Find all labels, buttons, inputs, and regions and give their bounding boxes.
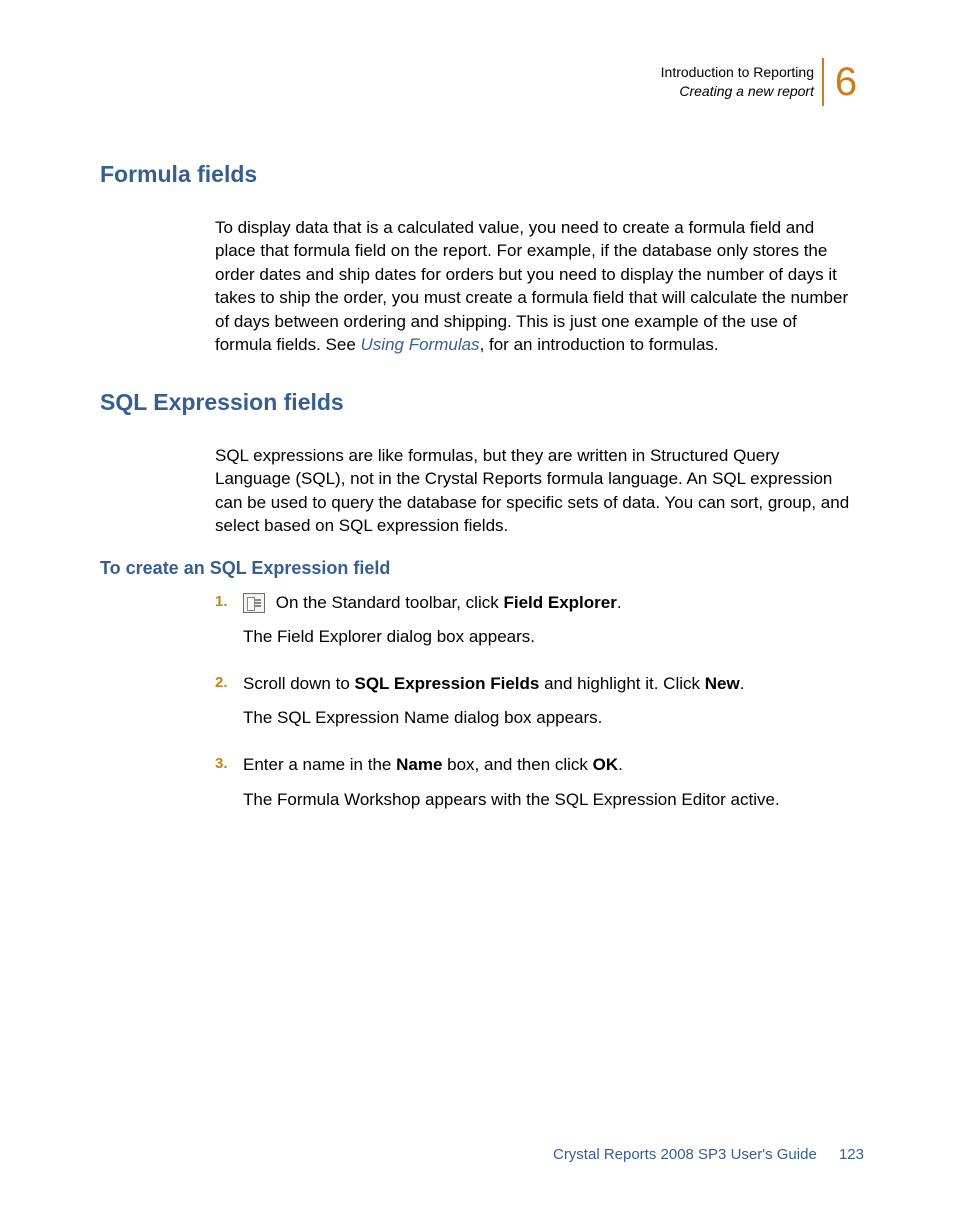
step-2-body: Scroll down to SQL Expression Fields and… bbox=[243, 672, 854, 697]
step-1-text-pre: On the Standard toolbar, click bbox=[271, 593, 503, 612]
heading-sql-expression-fields: SQL Expression fields bbox=[100, 389, 864, 416]
step-3-text-pre: Enter a name in the bbox=[243, 755, 396, 774]
heading-formula-fields: Formula fields bbox=[100, 161, 864, 188]
formula-fields-paragraph: To display data that is a calculated val… bbox=[215, 216, 854, 357]
step-2-text-mid: and highlight it. Click bbox=[539, 674, 704, 693]
step-3-bold1: Name bbox=[396, 755, 442, 774]
step-2-bold2: New bbox=[705, 674, 740, 693]
step-1-body: On the Standard toolbar, click Field Exp… bbox=[243, 591, 854, 616]
step-3: 3. Enter a name in the Name box, and the… bbox=[215, 753, 854, 778]
step-number-1: 1. bbox=[215, 591, 243, 610]
header-section-title: Creating a new report bbox=[661, 82, 814, 101]
step-3-text-mid: box, and then click bbox=[442, 755, 592, 774]
header-text: Introduction to Reporting Creating a new… bbox=[661, 63, 814, 101]
chapter-number-badge: 6 bbox=[822, 58, 864, 106]
footer-guide-title: Crystal Reports 2008 SP3 User's Guide bbox=[553, 1146, 817, 1163]
step-1: 1. On the Standard toolbar, click Field … bbox=[215, 591, 854, 616]
subheading-create-sql-expression: To create an SQL Expression field bbox=[100, 558, 864, 579]
step-2-bold1: SQL Expression Fields bbox=[355, 674, 540, 693]
step-3-text-post: . bbox=[618, 755, 623, 774]
step-1-result: The Field Explorer dialog box appears. bbox=[243, 625, 854, 650]
step-3-result: The Formula Workshop appears with the SQ… bbox=[243, 788, 854, 813]
page-footer: Crystal Reports 2008 SP3 User's Guide 12… bbox=[553, 1146, 864, 1163]
page-header: Introduction to Reporting Creating a new… bbox=[100, 58, 864, 106]
step-2-text-pre: Scroll down to bbox=[243, 674, 355, 693]
step-1-text-post: . bbox=[617, 593, 622, 612]
formula-para-text2: , for an introduction to formulas. bbox=[480, 335, 719, 354]
step-3-body: Enter a name in the Name box, and then c… bbox=[243, 753, 854, 778]
using-formulas-link[interactable]: Using Formulas bbox=[361, 335, 480, 354]
step-2-text-post: . bbox=[740, 674, 745, 693]
sql-expression-paragraph: SQL expressions are like formulas, but t… bbox=[215, 444, 854, 538]
step-number-2: 2. bbox=[215, 672, 243, 691]
footer-page-number: 123 bbox=[839, 1146, 864, 1163]
header-chapter-title: Introduction to Reporting bbox=[661, 63, 814, 82]
step-3-bold2: OK bbox=[593, 755, 619, 774]
step-1-bold: Field Explorer bbox=[503, 593, 616, 612]
step-2-result: The SQL Expression Name dialog box appea… bbox=[243, 706, 854, 731]
field-explorer-icon bbox=[243, 593, 265, 613]
step-2: 2. Scroll down to SQL Expression Fields … bbox=[215, 672, 854, 697]
step-number-3: 3. bbox=[215, 753, 243, 772]
formula-para-text1: To display data that is a calculated val… bbox=[215, 218, 848, 354]
